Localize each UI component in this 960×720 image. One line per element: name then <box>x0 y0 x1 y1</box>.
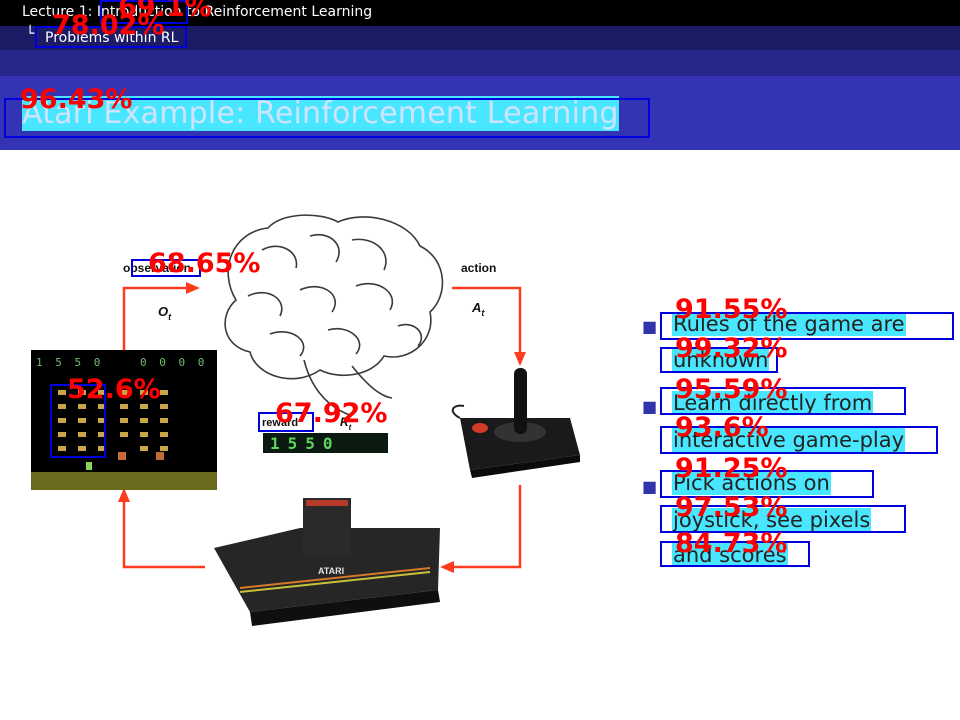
ocr-score: 52.6% <box>67 374 161 405</box>
observation-symbol: Ot <box>158 304 172 322</box>
svg-text:0 0 0 0: 0 0 0 0 <box>140 356 207 369</box>
console-image: ATARI <box>214 498 440 626</box>
bullet-marker: ■ <box>642 397 658 416</box>
joystick-image <box>451 368 580 478</box>
svg-text:1550: 1550 <box>270 434 341 453</box>
ocr-score: 91.25% <box>675 453 788 484</box>
brain-image <box>224 214 444 417</box>
ocr-score: 68.65% <box>148 248 261 279</box>
svg-text:1 5 5 0: 1 5 5 0 <box>36 356 103 369</box>
score-display: 1550 <box>263 433 388 453</box>
ocr-score: 97.53% <box>675 492 788 523</box>
ocr-score: 96.43% <box>20 84 133 115</box>
ocr-score: 95.59% <box>675 374 788 405</box>
ocr-score: 93.6% <box>675 412 769 443</box>
ocr-score: 91.55% <box>675 294 788 325</box>
action-symbol: At <box>471 300 485 318</box>
ocr-score: 84.73% <box>675 528 788 559</box>
bullet-marker: ■ <box>642 317 658 336</box>
ocr-score: 67.92% <box>275 398 388 429</box>
console-brand: ATARI <box>318 566 344 576</box>
ocr-score: 78.02% <box>52 10 165 41</box>
action-label: action <box>461 261 496 275</box>
bullet-marker: ■ <box>642 477 658 496</box>
ocr-score: 99.32% <box>675 333 788 364</box>
